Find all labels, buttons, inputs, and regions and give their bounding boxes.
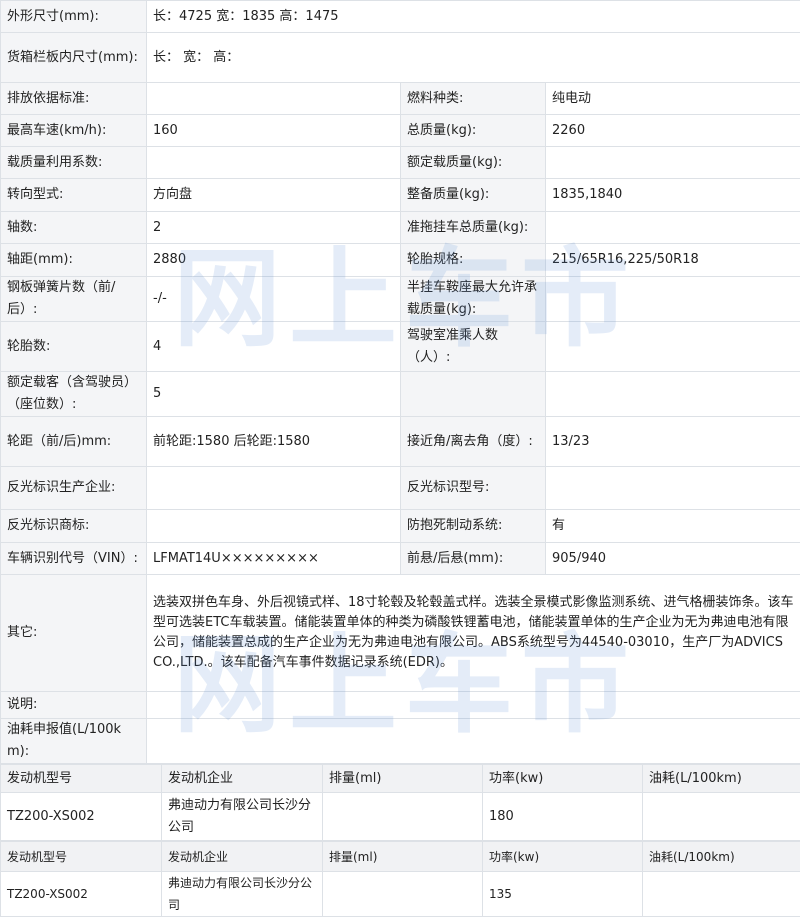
spec-value: [546, 277, 800, 322]
spec-value: -/-: [147, 277, 401, 322]
note-label: 说明:: [1, 692, 147, 719]
spec-label: 轮胎数:: [1, 322, 147, 372]
spec-value: [546, 212, 800, 244]
spec-value: 1835,1840: [546, 179, 800, 212]
spec-label: 接近角/离去角（度）:: [401, 417, 546, 467]
cargo-dims-label: 货箱栏板内尺寸(mm):: [1, 33, 147, 83]
spec-value: [546, 322, 800, 372]
spec-label: 车辆识别代号（VIN）:: [1, 543, 147, 575]
spec-label: 反光标识生产企业:: [1, 467, 147, 510]
engine-cell: [323, 793, 483, 841]
spec-label: 额定载质量(kg):: [401, 147, 546, 179]
spec-label: 驾驶室准乘人数（人）:: [401, 322, 546, 372]
spec-value: 2: [147, 212, 401, 244]
spec-value: [546, 147, 800, 179]
spec-label: 燃料种类:: [401, 83, 546, 115]
note-value: [147, 692, 800, 719]
engine-header: 发动机型号: [1, 765, 162, 793]
dims-value: 长：4725 宽：1835 高：1475: [147, 1, 800, 33]
engine-table-2: 发动机型号发动机企业排量(ml)功率(kw)油耗(L/100km) TZ200-X…: [0, 841, 800, 917]
engine-header: 发动机企业: [162, 765, 323, 793]
spec-label: 总质量(kg):: [401, 115, 546, 147]
engine-cell: 弗迪动力有限公司长沙分公司: [162, 872, 323, 917]
spec-label: 排放依据标准:: [1, 83, 147, 115]
engine-cell: 135: [483, 872, 643, 917]
spec-value: 13/23: [546, 417, 800, 467]
spec-label: 转向型式:: [1, 179, 147, 212]
engine-cell: TZ200-XS002: [1, 793, 162, 841]
engine-cell: 180: [483, 793, 643, 841]
engine-cell: [323, 872, 483, 917]
cargo-dims-value: 长： 宽： 高：: [147, 33, 800, 83]
spec-label: 载质量利用系数:: [1, 147, 147, 179]
spec-value: 4: [147, 322, 401, 372]
spec-value: 前轮距:1580 后轮距:1580: [147, 417, 401, 467]
spec-value: [147, 510, 401, 543]
dims-label: 外形尺寸(mm):: [1, 1, 147, 33]
engine-cell: [643, 793, 800, 841]
spec-value: LFMAT14U×××××××××: [147, 543, 401, 575]
engine-cell: 弗迪动力有限公司长沙分公司: [162, 793, 323, 841]
spec-value: 方向盘: [147, 179, 401, 212]
engine-table-1: 发动机型号发动机企业排量(ml)功率(kw)油耗(L/100km) TZ200-X…: [0, 764, 800, 841]
spec-label: 整备质量(kg):: [401, 179, 546, 212]
spec-label: 轴距(mm):: [1, 244, 147, 277]
engine-cell: [643, 872, 800, 917]
other-label: 其它:: [1, 575, 147, 692]
spec-value: 160: [147, 115, 401, 147]
engine-header: 排量(ml): [323, 765, 483, 793]
spec-value: 2880: [147, 244, 401, 277]
spec-value: 905/940: [546, 543, 800, 575]
spec-value: [147, 147, 401, 179]
spec-label: 钢板弹簧片数（前/后）:: [1, 277, 147, 322]
engine-header: 油耗(L/100km): [643, 765, 800, 793]
spec-value: [546, 467, 800, 510]
engine-header: 发动机型号: [1, 842, 162, 872]
spec-value: [147, 467, 401, 510]
vehicle-spec-table: 外形尺寸(mm):长：4725 宽：1835 高：1475货箱栏板内尺寸(mm)…: [0, 0, 800, 764]
engine-header: 发动机企业: [162, 842, 323, 872]
spec-label: 反光标识商标:: [1, 510, 147, 543]
engine-header: 功率(kw): [483, 765, 643, 793]
spec-value: [546, 372, 800, 417]
spec-label: [401, 372, 546, 417]
engine-header: 油耗(L/100km): [643, 842, 800, 872]
fuel-declared-label: 油耗申报值(L/100km):: [1, 719, 147, 764]
spec-value: 5: [147, 372, 401, 417]
engine-cell: TZ200-XS002: [1, 872, 162, 917]
engine-header: 功率(kw): [483, 842, 643, 872]
spec-label: 最高车速(km/h):: [1, 115, 147, 147]
spec-value: [147, 83, 401, 115]
other-value: 选装双拼色车身、外后视镜式样、18寸轮毂及轮毂盖式样。选装全景模式影像监测系统、…: [147, 575, 800, 692]
spec-label: 轮距（前/后)mm:: [1, 417, 147, 467]
spec-label: 反光标识型号:: [401, 467, 546, 510]
engine-header: 排量(ml): [323, 842, 483, 872]
spec-label: 额定载客（含驾驶员）（座位数）:: [1, 372, 147, 417]
spec-value: 纯电动: [546, 83, 800, 115]
spec-value: 2260: [546, 115, 800, 147]
spec-label: 前悬/后悬(mm):: [401, 543, 546, 575]
spec-value: 有: [546, 510, 800, 543]
spec-label: 防抱死制动系统:: [401, 510, 546, 543]
spec-label: 轮胎规格:: [401, 244, 546, 277]
spec-label: 准拖挂车总质量(kg):: [401, 212, 546, 244]
spec-label: 轴数:: [1, 212, 147, 244]
fuel-declared-value: [147, 719, 800, 764]
spec-label: 半挂车鞍座最大允许承载质量(kg):: [401, 277, 546, 322]
spec-value: 215/65R16,225/50R18: [546, 244, 800, 277]
